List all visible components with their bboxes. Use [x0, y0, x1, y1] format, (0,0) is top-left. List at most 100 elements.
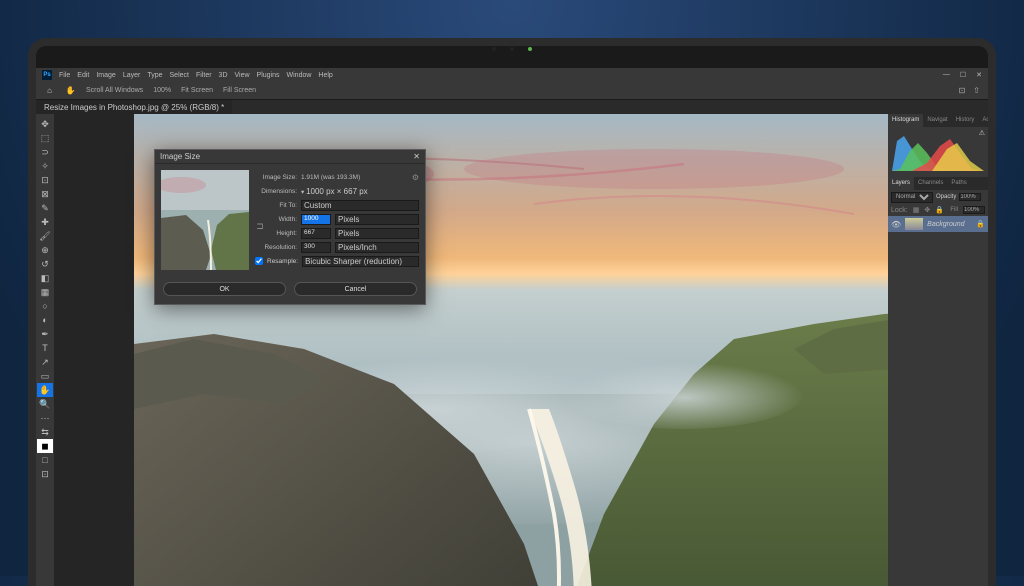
resample-label: Resample: — [267, 258, 298, 265]
histogram-panel: ⚠ — [888, 127, 988, 177]
link-icon[interactable]: ⊐ — [255, 212, 265, 240]
shape-tool-icon[interactable]: ▭ — [37, 369, 53, 383]
tab-channels[interactable]: Channels — [914, 177, 947, 190]
close-icon[interactable]: ✕ — [413, 152, 420, 161]
marquee-tool-icon[interactable]: ⬚ — [37, 131, 53, 145]
wand-tool-icon[interactable]: ✧ — [37, 159, 53, 173]
menu-filter[interactable]: Filter — [196, 72, 212, 79]
lock-label: Lock: — [891, 207, 908, 214]
tab-histogram[interactable]: Histogram — [888, 114, 923, 127]
blend-mode-select[interactable]: Normal — [891, 192, 933, 203]
tab-navigator[interactable]: Navigat — [923, 114, 951, 127]
fit-to-select[interactable]: Custom — [301, 200, 419, 211]
healing-tool-icon[interactable]: ✚ — [37, 215, 53, 229]
tools-panel: ✥ ⬚ ⊃ ✧ ⊡ ⊠ ✎ ✚ 🖌 ⊕ ↺ ◧ ▦ ○ ◐ ✒ T ↗ ▭ ✋ … — [36, 114, 54, 586]
app-logo: Ps — [42, 70, 52, 80]
opt-fit[interactable]: Fit Screen — [181, 87, 213, 94]
layer-thumbnail[interactable] — [905, 218, 923, 230]
document-tab[interactable]: Resize Images in Photoshop.jpg @ 25% (RG… — [36, 100, 232, 114]
cancel-button[interactable]: Cancel — [294, 282, 417, 296]
resample-select[interactable]: Bicubic Sharper (reduction) — [302, 256, 419, 267]
opt-scroll[interactable]: Scroll All Windows — [86, 87, 143, 94]
size-value: 1.91M (was 193.3M) — [301, 174, 404, 181]
options-bar: ⌂ ✋ Scroll All Windows 100% Fit Screen F… — [36, 82, 988, 100]
color-swap-icon[interactable]: ⇆ — [37, 425, 53, 439]
menu-file[interactable]: File — [59, 72, 70, 79]
lock-icon[interactable]: 🔒 — [976, 220, 985, 228]
menu-window[interactable]: Window — [287, 72, 312, 79]
image-size-dialog: Image Size ✕ Image Size: 1.91M (was 193.… — [154, 149, 426, 305]
screenmode-icon[interactable]: ⊡ — [37, 467, 53, 481]
menu-plugins[interactable]: Plugins — [257, 72, 280, 79]
stamp-tool-icon[interactable]: ⊕ — [37, 243, 53, 257]
share-icon[interactable]: ⇧ — [973, 86, 980, 95]
dimensions-value: ▾ 1000 px × 667 px — [301, 187, 419, 196]
window-maximize-icon[interactable]: ☐ — [960, 71, 966, 79]
pen-tool-icon[interactable]: ✒ — [37, 327, 53, 341]
tab-history[interactable]: History — [952, 114, 979, 127]
layer-row[interactable]: 👁 Background 🔒 — [888, 216, 988, 232]
tab-actions[interactable]: Actions — [978, 114, 996, 127]
quickmask-icon[interactable]: □ — [37, 453, 53, 467]
document-tabs: Resize Images in Photoshop.jpg @ 25% (RG… — [36, 100, 988, 114]
dodge-tool-icon[interactable]: ◐ — [37, 313, 53, 327]
opt-fill[interactable]: Fill Screen — [223, 87, 256, 94]
tab-layers[interactable]: Layers — [888, 177, 914, 190]
blur-tool-icon[interactable]: ○ — [37, 299, 53, 313]
resolution-input[interactable]: 300 — [301, 242, 331, 253]
resolution-unit-select[interactable]: Pixels/Inch — [335, 242, 419, 253]
menu-layer[interactable]: Layer — [123, 72, 141, 79]
menu-3d[interactable]: 3D — [219, 72, 228, 79]
search-icon[interactable]: ⊡ — [959, 86, 966, 95]
eyedropper-tool-icon[interactable]: ✎ — [37, 201, 53, 215]
preview-thumbnail — [161, 170, 249, 270]
hand-tool-icon[interactable]: ✋ — [37, 383, 53, 397]
tab-paths[interactable]: Paths — [947, 177, 970, 190]
warning-icon[interactable]: ⚠ — [979, 129, 985, 137]
type-tool-icon[interactable]: T — [37, 341, 53, 355]
gradient-tool-icon[interactable]: ▦ — [37, 285, 53, 299]
menu-view[interactable]: View — [235, 72, 250, 79]
height-label: Height: — [265, 230, 297, 237]
width-input[interactable]: 1000 — [301, 214, 331, 225]
menu-edit[interactable]: Edit — [77, 72, 89, 79]
menu-image[interactable]: Image — [96, 72, 115, 79]
foreground-color-icon[interactable]: ◼ — [37, 439, 53, 453]
fill-input[interactable] — [963, 206, 985, 214]
dialog-title: Image Size — [160, 152, 200, 161]
lock-pixels-icon[interactable]: ▦ — [913, 206, 920, 214]
brush-tool-icon[interactable]: 🖌 — [37, 229, 53, 243]
height-input[interactable]: 667 — [301, 228, 331, 239]
height-unit-select[interactable]: Pixels — [335, 228, 419, 239]
home-icon[interactable]: ⌂ — [44, 85, 55, 96]
opacity-input[interactable] — [959, 193, 981, 201]
window-minimize-icon[interactable]: — — [943, 71, 950, 79]
eraser-tool-icon[interactable]: ◧ — [37, 271, 53, 285]
menu-select[interactable]: Select — [170, 72, 189, 79]
lock-all-icon[interactable]: 🔒 — [935, 206, 944, 214]
move-tool-icon[interactable]: ✥ — [37, 117, 53, 131]
hand-tool-icon[interactable]: ✋ — [65, 85, 76, 96]
crop-tool-icon[interactable]: ⊡ — [37, 173, 53, 187]
edit-toolbar-icon[interactable]: ⋯ — [37, 411, 53, 425]
menu-help[interactable]: Help — [318, 72, 332, 79]
lock-position-icon[interactable]: ✥ — [924, 206, 930, 214]
gear-icon[interactable]: ⚙ — [412, 173, 419, 182]
window-close-icon[interactable]: ✕ — [976, 71, 982, 79]
right-panels: Histogram Navigat History Actions ⚠ Laye… — [888, 114, 988, 586]
menu-type[interactable]: Type — [147, 72, 162, 79]
ok-button[interactable]: OK — [163, 282, 286, 296]
visibility-icon[interactable]: 👁 — [891, 220, 901, 229]
dialog-title-bar[interactable]: Image Size ✕ — [155, 150, 425, 164]
layer-name: Background — [927, 221, 964, 228]
resample-checkbox[interactable] — [255, 257, 263, 265]
canvas-area[interactable]: Image Size ✕ Image Size: 1.91M (was 193.… — [54, 114, 888, 586]
dimensions-label: Dimensions: — [255, 188, 297, 195]
history-brush-icon[interactable]: ↺ — [37, 257, 53, 271]
path-tool-icon[interactable]: ↗ — [37, 355, 53, 369]
frame-tool-icon[interactable]: ⊠ — [37, 187, 53, 201]
opt-100[interactable]: 100% — [153, 87, 171, 94]
zoom-tool-icon[interactable]: 🔍 — [37, 397, 53, 411]
width-unit-select[interactable]: Pixels — [335, 214, 419, 225]
lasso-tool-icon[interactable]: ⊃ — [37, 145, 53, 159]
